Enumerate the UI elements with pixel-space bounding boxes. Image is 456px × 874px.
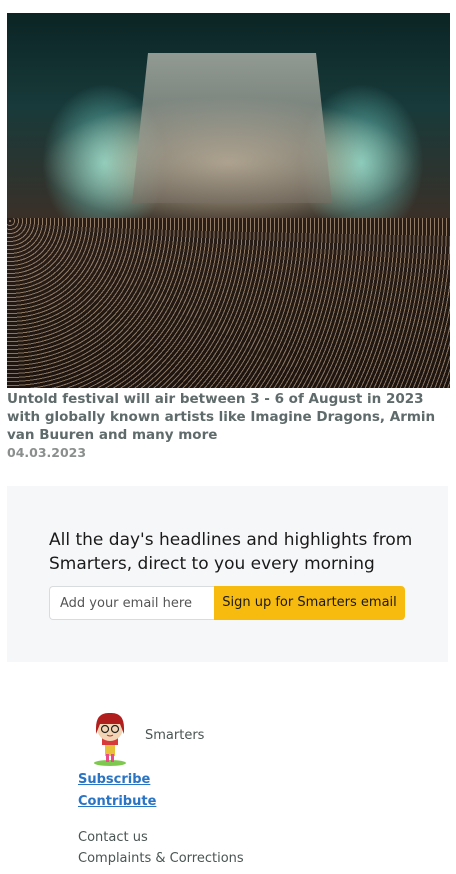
article-caption[interactable]: Untold festival will air between 3 - 6 o…: [7, 390, 452, 444]
signup-button[interactable]: Sign up for Smarters email: [214, 586, 405, 620]
article-hero-image[interactable]: [7, 13, 450, 388]
contribute-link[interactable]: Contribute: [78, 794, 156, 809]
article-date: 04.03.2023: [7, 445, 87, 460]
newsletter-heading: All the day's headlines and highlights f…: [49, 530, 413, 574]
newsletter-section: All the day's headlines and highlights f…: [7, 486, 448, 662]
stage-graphic: [132, 53, 332, 203]
contact-us-link[interactable]: Contact us: [78, 830, 148, 845]
subscribe-link[interactable]: Subscribe: [78, 772, 150, 787]
footer-brand-name: Smarters: [145, 728, 205, 743]
smarters-logo-icon: [94, 712, 126, 766]
complaints-corrections-link[interactable]: Complaints & Corrections: [78, 851, 244, 866]
email-input[interactable]: [49, 586, 214, 620]
crowd-graphic: [7, 218, 450, 388]
